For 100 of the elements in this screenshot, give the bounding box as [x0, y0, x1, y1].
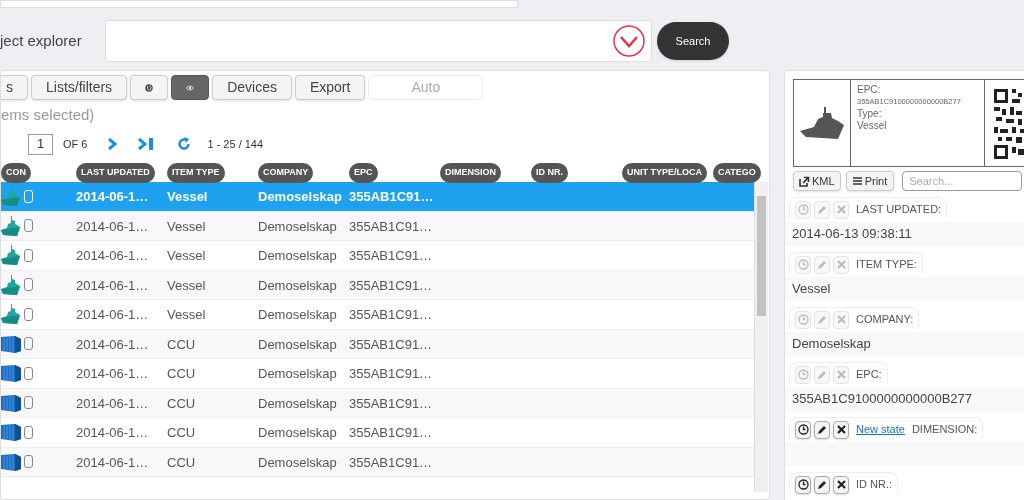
dropdown-icon[interactable] [613, 25, 645, 57]
ship-icon [1, 273, 21, 296]
next-page-icon[interactable] [107, 138, 118, 150]
ship-icon [1, 303, 21, 326]
table-cell: 2014-06-1… [76, 189, 149, 205]
table-cell: 355AB1C91… [349, 307, 433, 323]
checkbox[interactable] [24, 425, 33, 439]
history-button[interactable] [795, 420, 811, 439]
column-header[interactable]: UNIT TYPE/LOCA [622, 163, 707, 183]
column-header[interactable]: COMPANY [258, 163, 314, 183]
column-header[interactable]: CON [1, 163, 31, 183]
clock-icon [797, 369, 809, 380]
epc-label: EPC: [857, 84, 882, 96]
kml-button[interactable]: KML [793, 171, 841, 191]
table-cell: 2014-06-1… [76, 336, 149, 352]
table-cell: 355AB1C91… [349, 248, 433, 264]
checkbox[interactable] [24, 455, 33, 469]
pencil-icon [817, 204, 827, 215]
table-cell: 355AB1C91… [349, 454, 433, 470]
field-label: COMPANY: [856, 312, 914, 328]
scrollbar[interactable] [754, 182, 768, 492]
checkbox[interactable] [24, 337, 33, 351]
ship-icon [1, 244, 21, 267]
column-header[interactable]: LAST UPDATED [76, 163, 155, 183]
table-cell: Demoselskap [258, 336, 337, 352]
field-label: EPC: [856, 367, 882, 383]
clock-icon [797, 424, 809, 435]
container-icon [1, 392, 21, 413]
ship-icon [1, 214, 21, 237]
type-label: Type: [857, 108, 883, 120]
toolbar-button[interactable]: s [1, 75, 28, 100]
column-header[interactable]: ID NR. [531, 163, 568, 183]
table-cell: 2014-06-1… [76, 307, 149, 323]
container-icon [1, 333, 21, 354]
new-state-link[interactable]: New state [856, 421, 905, 438]
table-cell: 2014-06-1… [76, 248, 149, 264]
table-cell: CCU [167, 425, 196, 441]
close-icon [836, 315, 846, 324]
search-button[interactable]: Search [657, 22, 729, 60]
pencil-icon [817, 314, 827, 325]
container-icon [1, 451, 21, 472]
selection-count: ems selected) [1, 104, 95, 125]
delete-button[interactable] [833, 475, 849, 494]
ship-icon [1, 185, 21, 208]
table-row[interactable]: 2014-06-1… CCU Demoselskap 355AB1C91… [1, 388, 754, 418]
clock-icon [797, 259, 809, 270]
close-icon [836, 260, 846, 269]
field-label: DIMENSION: [911, 422, 978, 438]
table-row[interactable]: 2014-06-1… CCU Demoselskap 355AB1C91… [1, 329, 754, 359]
checkbox[interactable] [24, 219, 33, 233]
field-value: 355AB1C9100000000000B277 [792, 390, 972, 409]
checkbox[interactable] [24, 366, 33, 380]
edit-button[interactable] [814, 420, 830, 439]
checkbox[interactable] [24, 396, 33, 410]
table-cell: Demoselskap [258, 218, 337, 234]
table-cell: Demoselskap [258, 395, 337, 411]
container-icon [1, 422, 21, 443]
table-cell: CCU [167, 454, 196, 470]
toolbar-button[interactable]: Lists/filters [31, 75, 128, 100]
field-value: 2014-06-13 09:38:11 [792, 225, 912, 244]
table-row[interactable]: 2014-06-1… CCU Demoselskap 355AB1C91… [1, 447, 754, 477]
toolbar-button[interactable]: Export [294, 75, 366, 100]
checkbox[interactable] [24, 278, 33, 292]
field-label: ITEM TYPE: [856, 257, 917, 273]
page-count: OF 6 [63, 136, 88, 152]
checkbox[interactable] [24, 248, 33, 262]
print-button[interactable]: Print [845, 171, 895, 191]
edit-button[interactable] [814, 475, 830, 494]
page-number-field[interactable]: 1 [28, 133, 53, 155]
view-button[interactable] [171, 75, 210, 100]
history-button[interactable] [795, 475, 811, 494]
clock-icon [797, 479, 809, 490]
table-cell: Demoselskap [258, 277, 337, 293]
close-icon [836, 370, 846, 379]
table-row[interactable]: 2014-06-1… Vessel Demoselskap 355AB1C91… [1, 211, 754, 241]
menu-icon [852, 177, 862, 185]
last-page-icon[interactable] [137, 138, 156, 150]
table-cell: 2014-06-1… [76, 277, 149, 293]
column-header[interactable]: EPC [349, 163, 378, 183]
table-row[interactable]: 2014-06-1… Vessel Demoselskap 355AB1C91… [1, 270, 754, 300]
table-cell: Vessel [167, 189, 208, 205]
table-cell: 355AB1C91… [349, 336, 433, 352]
column-header[interactable]: ITEM TYPE [167, 163, 225, 183]
table-cell: 2014-06-1… [76, 366, 149, 382]
table-cell: Demoselskap [258, 307, 337, 323]
clock-icon [797, 204, 809, 215]
column-header[interactable]: DIMENSION [440, 163, 501, 183]
table-cell: CCU [167, 336, 196, 352]
table-cell: 355AB1C91… [349, 218, 433, 234]
table-cell: 355AB1C91… [349, 189, 434, 205]
toolbar-button[interactable]: Devices [212, 75, 292, 100]
refresh-icon[interactable] [177, 137, 192, 151]
field-value: Demoselskap [792, 335, 871, 354]
checkbox[interactable] [24, 307, 33, 321]
column-header[interactable]: CATEGO [713, 163, 761, 183]
map-view-button[interactable] [130, 75, 169, 100]
search-field[interactable]: Search... [902, 171, 1023, 191]
table-cell: Demoselskap [258, 366, 337, 382]
table-cell: 355AB1C91… [349, 277, 433, 293]
delete-button[interactable] [833, 420, 849, 439]
